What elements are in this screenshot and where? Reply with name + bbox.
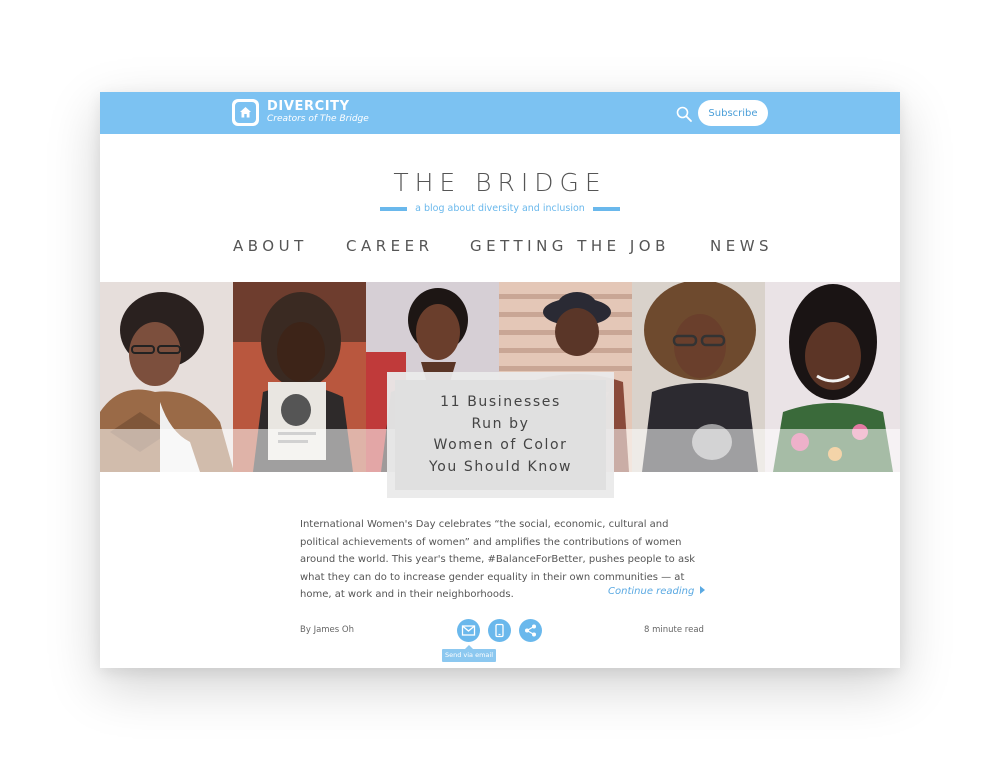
email-icon (461, 625, 476, 636)
headline-line: 11 Businesses (440, 394, 561, 410)
tagline-row: a blog about diversity and inclusion (100, 203, 900, 214)
home-icon (232, 99, 259, 126)
share-icon (525, 624, 536, 637)
share-button[interactable] (519, 619, 542, 642)
email-tooltip: Send via email (442, 645, 496, 662)
continue-reading-link[interactable]: Continue reading (608, 586, 706, 597)
divider (592, 206, 620, 211)
excerpt-line: political achievements of women” and amp… (300, 536, 682, 548)
mobile-icon (495, 623, 504, 638)
continue-reading-label: Continue reading (608, 586, 695, 597)
subscribe-button[interactable]: Subscribe (698, 100, 768, 126)
excerpt-line: around the world. This year's theme, #Ba… (300, 554, 696, 565)
headline-card[interactable]: 11 Businesses Run by Women of Color You … (387, 372, 614, 498)
headline-line: You Should Know (428, 458, 573, 475)
arrow-right-icon (700, 586, 706, 594)
read-time: 8 minute read (644, 625, 704, 635)
search-icon[interactable] (675, 105, 693, 123)
excerpt-line: what they can do to increase gender equa… (300, 571, 685, 583)
main-nav: ABOUT CAREER GETTING THE JOB NEWS (100, 237, 900, 257)
nav-item-about[interactable]: ABOUT (233, 237, 308, 255)
brand[interactable]: DIVERCITY Creators of The Bridge (232, 99, 369, 126)
email-share-button[interactable] (457, 619, 480, 642)
excerpt-line: International Women's Day celebrates “th… (300, 519, 669, 530)
top-bar: DIVERCITY Creators of The Bridge Subscri… (100, 92, 900, 134)
mobile-share-button[interactable] (488, 619, 511, 642)
nav-item-career[interactable]: CAREER (346, 237, 434, 255)
page-title: THE BRIDGE (393, 168, 607, 197)
brand-tagline: Creators of The Bridge (267, 114, 369, 125)
nav-item-news[interactable]: NEWS (710, 237, 773, 255)
headline-line: Run by (471, 415, 530, 432)
browser-frame: DIVERCITY Creators of The Bridge Subscri… (100, 92, 900, 668)
blog-tagline: a blog about diversity and inclusion (415, 203, 585, 214)
headline-line: Women of Color (433, 437, 568, 453)
nav-item-getting-the-job[interactable]: GETTING THE JOB (470, 237, 670, 255)
byline: By James Oh (300, 625, 354, 635)
divider (380, 206, 408, 211)
brand-name: DIVERCITY (267, 98, 350, 114)
